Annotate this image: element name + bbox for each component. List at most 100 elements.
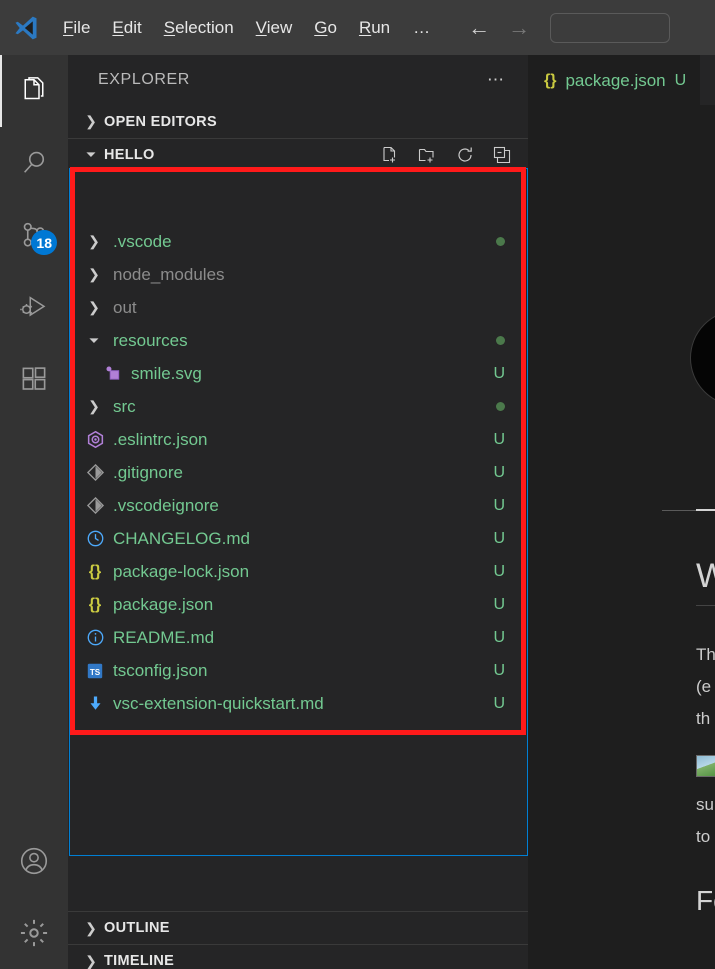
section-timeline[interactable]: ❯ TIMELINE [68,944,528,969]
menu-item-view[interactable]: View [245,14,304,42]
activity-item-run-and-debug[interactable] [0,271,68,343]
tree-row-label: .vscodeignore [113,495,219,515]
git-status-letter: U [493,430,505,448]
git-file-icon [83,496,107,515]
menu-item-go[interactable]: Go [303,14,348,42]
typescript-file-icon: TS [83,662,107,680]
git-status-letter: U [493,661,505,679]
chevron-right-icon[interactable]: ❯ [83,299,105,316]
navigation-buttons: ← → [468,16,530,39]
editor-tab-bar: {} package.json U [528,55,715,105]
folder-change-indicator [496,336,505,345]
json-file-icon: {} [88,562,102,580]
chevron-right-icon[interactable]: ❯ [83,398,105,415]
chevron-down-icon[interactable]: ⏷ [83,333,105,349]
extensions-icon [19,364,49,394]
file-tree[interactable]: ❯ .vscode ❯ node_modules ❯ out ⏷ resources smile… [69,225,527,910]
files-icon [19,76,49,106]
tree-row[interactable]: TS tsconfig.json U [69,654,527,687]
menu-item-file[interactable]: File [52,14,101,42]
tree-row[interactable]: .gitignore U [69,456,527,489]
tree-row-label: src [113,396,136,416]
preview-paragraph-line-5: to [696,827,711,846]
tree-row-label: .gitignore [113,462,183,482]
section-hello-label: HELLO [104,147,155,163]
tree-row[interactable]: ❯ out [69,291,527,324]
command-center-input[interactable] [550,12,671,43]
tree-row[interactable]: ❯ node_modules [69,258,527,291]
tree-row[interactable]: README.md U [69,621,527,654]
account-icon [18,845,50,877]
editor-area: {} package.json U W Th (e th su to Fe [528,55,715,969]
sidebar-title-label: EXPLORER [98,71,190,88]
tree-row[interactable]: {} package-lock.json U [69,555,527,588]
changelog-file-icon [83,529,107,548]
menu-label-edit-rest: dit [123,17,142,37]
tree-row[interactable]: CHANGELOG.md U [69,522,527,555]
git-status-letter: U [493,364,505,382]
new-file-icon[interactable] [380,145,400,165]
menu-label-view-rest: iew [266,17,293,37]
tree-row-label: smile.svg [131,363,202,383]
activity-item-accounts[interactable] [0,825,68,897]
chevron-right-icon: ❯ [85,919,97,936]
menu-item-selection[interactable]: Selection [153,14,245,42]
chevron-right-icon[interactable]: ❯ [83,266,105,283]
tree-row[interactable]: vsc-extension-quickstart.md U [69,687,527,720]
section-outline[interactable]: ❯ OUTLINE [68,911,528,944]
tree-row[interactable]: ❯ .vscode [69,225,527,258]
section-open-editors[interactable]: ❯ OPEN EDITORS [68,105,528,138]
menu-label-run-rest: un [371,17,391,37]
title-bar: File Edit Selection View Go Run … ← → [0,0,715,55]
svg-file-icon [101,364,125,383]
git-status-letter: U [493,496,505,514]
markdown-preview[interactable]: W Th (e th su to Fe [528,105,715,969]
refresh-icon[interactable] [455,145,475,165]
editor-tab-package-json[interactable]: {} package.json U [528,55,701,105]
preview-subheading: Fe [696,885,715,916]
chevron-right-icon[interactable]: ❯ [83,233,105,250]
activity-item-search[interactable] [0,127,68,199]
activity-item-source-control[interactable]: 18 [0,199,68,271]
explorer-toolbar [380,145,528,165]
tree-row-label: out [113,297,137,317]
tree-row-label: package.json [113,594,214,614]
tree-row-label: README.md [113,627,215,647]
collapse-all-icon[interactable] [492,145,512,165]
activity-item-manage-settings[interactable] [0,897,68,969]
chevron-down-icon: ⏷ [85,147,97,162]
preview-paragraph-line-3: th [696,709,711,728]
tree-row[interactable]: ❯ src [69,390,527,423]
new-folder-icon[interactable] [417,145,438,165]
folder-change-indicator [496,237,505,246]
tree-row-label: node_modules [113,264,225,284]
section-label: OUTLINE [104,920,170,936]
arrow-left-icon[interactable]: ← [468,16,490,39]
tree-row[interactable]: .vscodeignore U [69,489,527,522]
ellipsis-icon[interactable]: ⋯ [487,70,506,90]
git-status-letter: U [493,694,505,712]
tree-row-label: .eslintrc.json [113,429,208,449]
readme-file-icon [83,628,107,647]
tree-row[interactable]: smile.svg U [69,357,527,390]
tree-row[interactable]: .eslintrc.json U [69,423,527,456]
section-open-editors-label: OPEN EDITORS [104,113,217,130]
section-hello[interactable]: ⏷ HELLO [68,138,528,171]
git-status-letter: U [493,595,505,613]
preview-heading-rule [696,605,715,606]
sidebar-title-bar: EXPLORER ⋯ [68,55,528,105]
menu-item-edit[interactable]: Edit [101,14,152,42]
activity-item-extensions[interactable] [0,343,68,415]
tree-row[interactable]: {} package.json U [69,588,527,621]
eslint-file-icon [83,430,107,449]
menu-label-selection-rest: election [175,17,234,37]
activity-item-explorer[interactable] [0,55,68,127]
markdown-down-icon [83,694,107,713]
menu-item-run[interactable]: Run [348,14,401,42]
arrow-right-icon[interactable]: → [508,16,530,39]
preview-paragraph-line-4: su [696,795,714,814]
tree-row[interactable]: ⏷ resources [69,324,527,357]
tree-row-label: vsc-extension-quickstart.md [113,693,324,713]
menu-bar: File Edit Selection View Go Run … [52,14,444,42]
menu-item-more[interactable]: … [401,16,444,40]
